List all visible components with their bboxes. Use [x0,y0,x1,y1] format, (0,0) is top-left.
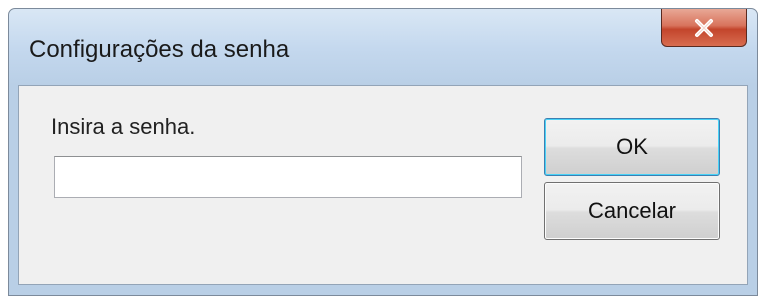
password-input[interactable] [54,156,522,198]
password-settings-dialog: Configurações da senha Insira a senha. O… [8,8,758,296]
dialog-title: Configurações da senha [29,36,290,63]
close-button[interactable] [661,9,747,47]
close-icon [695,18,713,37]
dialog-body: Insira a senha. OK Cancelar [18,85,748,285]
cancel-button[interactable]: Cancelar [544,182,720,240]
password-prompt-label: Insira a senha. [51,114,196,139]
title-bar[interactable]: Configurações da senha [9,9,757,85]
ok-button[interactable]: OK [544,118,720,176]
